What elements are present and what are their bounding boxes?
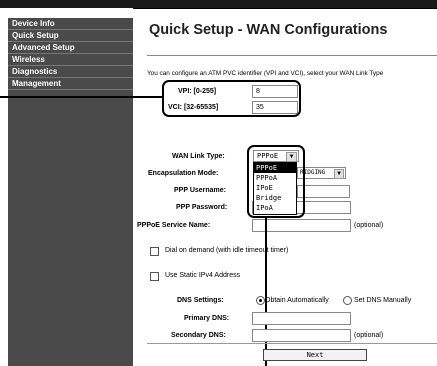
sidebar-item-device-info[interactable]: Device Info [8,18,133,30]
dial-on-demand-checkbox[interactable] [150,247,159,256]
dns-settings-label: DNS Settings: [177,297,224,304]
dns-set-manual-label: Set DNS Manually [354,297,412,304]
sidebar-item-quick-setup[interactable]: Quick Setup [8,30,133,42]
static-ipv4-checkbox[interactable] [150,272,159,281]
dns-obtain-auto-radio[interactable] [256,296,265,305]
ppp-password-label: PPP Password: [176,204,228,211]
sidebar-item-diagnostics[interactable]: Diagnostics [8,66,133,78]
page-title: Quick Setup - WAN Configurations [149,22,388,38]
ppp-username-label: PPP Username: [174,187,227,194]
pppoe-service-name-label: PPPoE Service Name: [137,222,211,229]
sidebar-item-advanced-setup[interactable]: Advanced Setup [8,42,133,54]
content-top-border [133,8,437,9]
encapsulation-mode-label: Encapsulation Mode: [148,170,219,177]
dial-on-demand-label: Dial on demand (with idle timeout timer) [165,247,289,254]
secondary-dns-input[interactable] [252,329,351,342]
next-button[interactable]: Next [263,349,367,361]
static-ipv4-label: Use Static IPv4 Address [165,272,241,279]
primary-dns-input[interactable] [252,312,351,325]
chevron-down-icon: ▼ [334,169,344,179]
secondary-dns-label: Secondary DNS: [171,332,226,339]
window-top-border [0,0,437,8]
primary-dns-label: Primary DNS: [184,315,230,322]
intro-text: You can configure an ATM PVC identifier … [147,70,384,77]
wan-link-callout-box [247,145,305,218]
bottom-divider [147,343,437,344]
dns-set-manual-radio[interactable] [343,296,352,305]
secondary-dns-optional-note: (optional) [354,332,384,339]
vpi-vci-callout-line [0,96,162,98]
sidebar-nav: Device Info Quick Setup Advanced Setup W… [8,18,133,366]
wan-link-type-label: WAN Link Type: [172,153,225,160]
title-divider [147,55,437,56]
sidebar-item-wireless[interactable]: Wireless [8,54,133,66]
service-name-optional-note: (optional) [354,222,384,229]
vpi-vci-callout-box [162,80,301,117]
dns-obtain-auto-label: Obtain Automatically [265,297,329,304]
sidebar-item-management[interactable]: Management [8,78,133,90]
